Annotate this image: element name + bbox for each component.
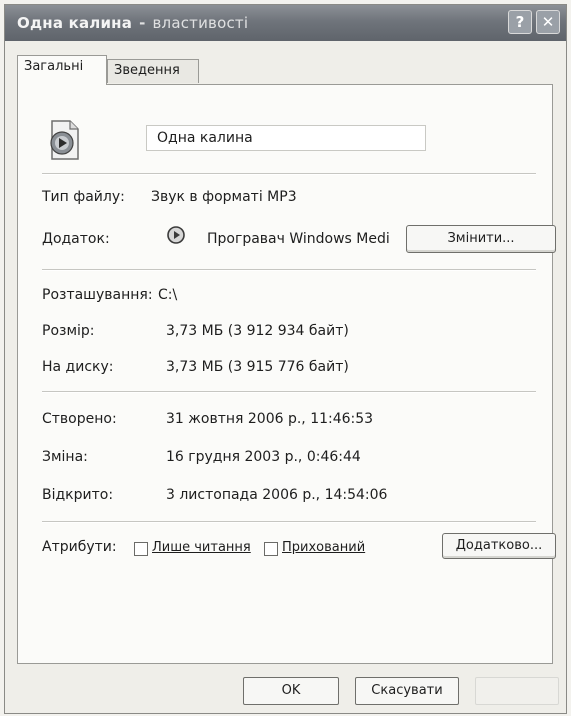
hidden-checkbox[interactable]: [264, 542, 278, 556]
opens-with-label: Додаток:: [42, 231, 110, 247]
size-on-disk-label: На диску:: [42, 359, 114, 375]
title-separator: -: [139, 14, 146, 32]
properties-dialog: Одна калина - властивості ? ✕ Загальні Зве…: [4, 4, 567, 714]
ok-button[interactable]: OK: [243, 677, 339, 705]
readonly-label[interactable]: Лише читання: [152, 540, 251, 555]
size-label: Розмір:: [42, 323, 95, 339]
divider: [42, 173, 536, 175]
accessed-value: 3 листопада 2006 р., 14:54:06: [166, 487, 388, 503]
modified-label: Зміна:: [42, 449, 88, 465]
title-bar[interactable]: Одна калина - властивості ? ✕: [5, 5, 566, 41]
size-on-disk-value: 3,73 МБ (3 915 776 байт): [166, 359, 349, 375]
apply-button[interactable]: [475, 677, 559, 705]
window-title-filename: Одна калина: [17, 14, 133, 32]
readonly-checkbox[interactable]: [134, 542, 148, 556]
size-value: 3,73 МБ (3 912 934 байт): [166, 323, 349, 339]
created-value: 31 жовтня 2006 р., 11:46:53: [166, 411, 374, 427]
window-title-suffix: властивості: [152, 14, 249, 32]
window-title: Одна калина - властивості: [17, 14, 248, 32]
created-label: Створено:: [42, 411, 117, 427]
cancel-button[interactable]: Скасувати: [355, 677, 459, 705]
tab-general[interactable]: Загальні: [17, 55, 107, 85]
file-type-value: Звук в форматі MP3: [151, 189, 297, 205]
tab-summary[interactable]: Зведення: [107, 59, 199, 83]
help-button[interactable]: ?: [508, 10, 532, 34]
general-tab-panel: Одна калина Тип файлу: Звук в форматі MP…: [17, 84, 556, 664]
modified-value: 16 грудня 2003 р., 0:46:44: [166, 449, 361, 465]
help-icon: ?: [515, 13, 525, 31]
media-player-icon: [167, 226, 185, 244]
location-value: C:\: [158, 287, 178, 303]
opens-with-value: Програвач Windows Medi: [207, 231, 390, 247]
divider: [42, 269, 536, 271]
advanced-button[interactable]: Додатково...: [442, 533, 556, 559]
file-type-label: Тип файлу:: [42, 189, 125, 205]
accessed-label: Відкрито:: [42, 487, 114, 503]
location-label: Розташування:: [42, 287, 153, 303]
close-button[interactable]: ✕: [536, 10, 560, 34]
file-name-field[interactable]: Одна калина: [146, 125, 426, 151]
divider: [42, 391, 536, 393]
change-button[interactable]: Змінити...: [406, 225, 556, 253]
close-icon: ✕: [541, 13, 555, 31]
hidden-label[interactable]: Прихований: [282, 540, 365, 555]
divider: [42, 521, 536, 523]
audio-file-icon: [50, 120, 79, 160]
attributes-label: Атрибути:: [42, 539, 117, 555]
